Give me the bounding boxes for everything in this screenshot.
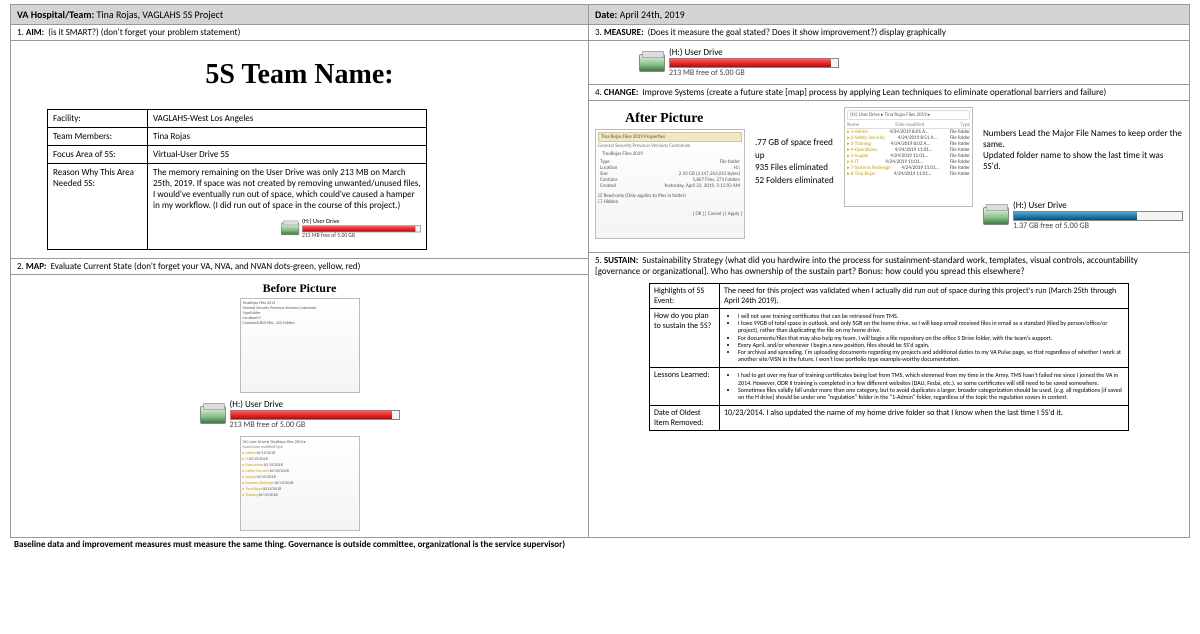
storage-meter [230,410,400,420]
measure-body: (H:) User Drive 213 MB free of 5.00 GB [589,41,1189,85]
explorer-thumb: (H:) User Drive ▸ TinaRojas Files 2013 ▸… [240,436,360,531]
after-meter-caption: 1.37 GB free of 5.00 GB [1013,221,1183,231]
hospital-team-value: Tina Rojas, VAGLAHS 5S Project [96,8,223,21]
a3-worksheet: VA Hospital/Team: Tina Rojas, VAGLAHS 5S… [10,4,1190,538]
lessons-value: I had to get over my fear of training ce… [720,368,1129,406]
plan-label: How do you plan to sustain the 5S? [650,309,720,368]
header-bar: VA Hospital/Team: Tina Rojas, VAGLAHS 5S… [11,5,1189,25]
lessons-label: Lessons Learned: [650,368,720,406]
map-meter-title: (H:) User Drive [230,399,400,410]
plan-value: I will not save training certificates th… [720,309,1129,368]
team-members-label: Team Members: [48,128,148,146]
facility-value: VAGLAHS-West Los Angeles [148,110,427,128]
drive-icon [639,54,665,72]
aim-title: 1. AIM: (is it SMART?) (don't forget you… [11,25,588,41]
map-title: 2. MAP: Evaluate Current State (don't fo… [11,259,588,275]
after-picture-label: After Picture [625,111,745,127]
storage-meter [1013,211,1183,221]
oldest-label: Date of Oldest Item Removed: [650,406,720,431]
date-label: Date: [595,8,617,21]
footer-note: Baseline data and improvement measures m… [10,539,1190,550]
properties-thumb: TinaRojas Files 2013 General Security Pr… [240,298,360,393]
aim-body: 5S Team Name: Facility: VAGLAHS-West Los… [11,41,588,259]
drive-icon [200,406,226,424]
before-picture-label: Before Picture [17,281,582,296]
drive-icon [983,207,1009,225]
team-members-value: Tina Rojas [148,128,427,146]
date-value: April 24th, 2019 [620,8,685,21]
hospital-team-label: VA Hospital/Team: [17,8,94,21]
reason-label: Reason Why This Area Needed 5S: [48,164,148,250]
info-table: Facility: VAGLAHS-West Los Angeles Team … [47,109,427,250]
change-stats: .77 GB of space freed up 935 Files elimi… [755,107,834,244]
storage-meter [302,225,421,232]
storage-meter [669,58,839,68]
after-properties-thumb: Tina Rojas Files 2019 Properties General… [595,129,745,239]
change-title: 4. CHANGE: Improve Systems (create a fut… [589,85,1189,101]
team-name-heading: 5S Team Name: [17,45,582,105]
drive-icon [281,222,299,235]
after-meter-title: (H:) User Drive [1013,200,1183,211]
focus-label: Focus Area of 5S: [48,146,148,164]
measure-meter-title: (H:) User Drive [669,47,839,58]
facility-label: Facility: [48,110,148,128]
change-note: Numbers Lead the Major File Names to kee… [983,107,1183,244]
measure-title: 3. MEASURE: (Does it measure the goal st… [589,25,1189,41]
map-meter-caption: 213 MB free of 5.00 GB [230,420,400,430]
after-explorer-list: (H:) User Drive ▸ Tina Rojas Files 2019 … [844,107,973,207]
highlights-label: Highlights of 5S Event: [650,284,720,309]
reason-value: The memory remaining on the User Drive w… [153,167,421,211]
reason-meter-title: (H:) User Drive [302,218,421,226]
reason-meter-caption: 213 MB free of 5.00 GB [302,232,421,239]
highlights-value: The need for this project was validated … [720,284,1129,309]
sustain-title: 5. SUSTAIN: Sustainability Strategy (wha… [589,253,1189,279]
sustain-table: Highlights of 5S Event: The need for thi… [649,283,1129,431]
measure-meter-caption: 213 MB free of 5.00 GB [669,68,839,78]
map-body: Before Picture TinaRojas Files 2013 Gene… [11,275,588,537]
change-body: After Picture Tina Rojas Files 2019 Prop… [589,101,1189,253]
focus-value: Virtual-User Drive 5S [148,146,427,164]
oldest-value: 10/23/2014. I also updated the name of m… [720,406,1129,431]
